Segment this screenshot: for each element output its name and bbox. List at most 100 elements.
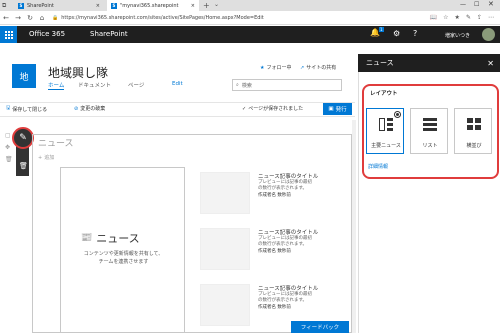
publish-label: 発行 bbox=[335, 107, 347, 113]
app-launcher-icon[interactable] bbox=[0, 26, 17, 43]
maximize-window-icon[interactable]: ☐ bbox=[474, 1, 479, 8]
news-item-text: ニュース記事のタイトル プレビューには記事の最初 の数行が表示されます。 作成者… bbox=[258, 172, 350, 198]
tab-label: SharePoint bbox=[27, 2, 54, 9]
news-item[interactable] bbox=[200, 172, 250, 214]
news-thumbnail bbox=[200, 228, 250, 270]
user-name[interactable]: 増家いつき bbox=[445, 32, 470, 39]
move-icon[interactable]: ✥ bbox=[5, 144, 10, 151]
news-item-author: 作成者名 数秒前 bbox=[258, 305, 291, 310]
canvas-scrollbar[interactable] bbox=[352, 120, 356, 333]
property-pane-title: ニュース bbox=[366, 59, 394, 67]
share-label: サイトの共有 bbox=[306, 65, 337, 71]
back-icon[interactable]: ← bbox=[0, 11, 12, 25]
refresh-icon[interactable]: ↻ bbox=[24, 11, 36, 25]
settings-gear-icon[interactable]: ⚙ bbox=[393, 29, 400, 38]
hero-description-line1: コンテンツや更新情報を共有して、 bbox=[83, 251, 164, 257]
nav-documents[interactable]: ドキュメント bbox=[78, 81, 111, 89]
tab-label: "mynavi365.sharepoint bbox=[120, 2, 179, 9]
close-pane-icon[interactable]: ✕ bbox=[487, 59, 494, 68]
site-title[interactable]: 地域興し隊 bbox=[48, 64, 108, 81]
share-icon: ↗ bbox=[300, 64, 305, 71]
tab-actions-icon[interactable]: ⧉ bbox=[2, 2, 6, 10]
forward-icon[interactable]: → bbox=[12, 11, 24, 25]
share-site-button[interactable]: ↗ サイトの共有 bbox=[300, 64, 337, 72]
publish-button[interactable]: ▣ 発行 bbox=[323, 103, 352, 115]
follow-label: フォロー中 bbox=[266, 65, 292, 71]
tab-list-chevron-icon[interactable]: ⌄ bbox=[214, 1, 219, 8]
layout-option-label: 主要ニュース bbox=[371, 143, 401, 149]
add-label: 追加 bbox=[44, 155, 55, 161]
close-tab-icon[interactable]: × bbox=[191, 3, 195, 9]
news-thumbnail bbox=[200, 172, 250, 214]
news-thumbnail bbox=[200, 284, 250, 326]
nav-pages[interactable]: ページ bbox=[128, 81, 144, 89]
section-delete-icon[interactable]: 🗑 bbox=[5, 156, 13, 163]
discard-label: 変更の破棄 bbox=[80, 106, 106, 112]
layout-option-top-story[interactable]: 主要ニュース bbox=[366, 108, 404, 154]
save-icon: 🖫 bbox=[6, 105, 11, 111]
news-icon: 📰 bbox=[81, 233, 93, 243]
layout-section-label: レイアウト bbox=[370, 91, 398, 97]
news-item[interactable] bbox=[200, 228, 250, 270]
list-layout-icon bbox=[423, 118, 437, 131]
news-item-title[interactable]: ニュース記事のタイトル bbox=[258, 172, 350, 180]
new-tab-icon[interactable]: + bbox=[203, 1, 210, 10]
checkmark-icon: ✓ bbox=[242, 105, 247, 112]
notes-icon[interactable]: ✎ bbox=[466, 14, 471, 21]
sharepoint-app-name[interactable]: SharePoint bbox=[90, 30, 128, 38]
news-item[interactable] bbox=[200, 284, 250, 326]
details-link[interactable]: 詳細情報 bbox=[368, 163, 388, 170]
hero-description-line2: チームを連携させます bbox=[98, 259, 149, 265]
close-window-icon[interactable]: ✕ bbox=[488, 0, 494, 8]
property-pane-header: ニュース ✕ bbox=[358, 54, 500, 72]
hero-news-placeholder[interactable]: 📰 ニュース コンテンツや更新情報を共有して、 チームを連携させます bbox=[60, 167, 185, 333]
browser-address-bar: ← → ↻ ⌂ 🔒 https://mynavi365.sharepoint.c… bbox=[0, 11, 500, 25]
news-item-title[interactable]: ニュース記事のタイトル bbox=[258, 284, 350, 292]
share-icon[interactable]: ⇪ bbox=[477, 14, 482, 21]
news-webpart-title[interactable]: ニュース bbox=[38, 136, 74, 149]
hero-title-row: 📰 ニュース bbox=[81, 230, 140, 246]
layout-option-list[interactable]: リスト bbox=[410, 108, 448, 154]
news-item-text: ニュース記事のタイトル プレビューには記事の最初 の数行が表示されます。 作成者… bbox=[258, 284, 350, 310]
save-close-button[interactable]: 🖫 保存して閉じる bbox=[6, 105, 47, 113]
nav-edit-link[interactable]: Edit bbox=[172, 81, 183, 87]
notification-badge: 1 bbox=[379, 27, 384, 32]
reading-view-icon[interactable]: 📖 bbox=[430, 14, 437, 21]
follow-button[interactable]: ★ フォロー中 bbox=[260, 64, 292, 72]
plus-icon: + bbox=[38, 154, 43, 161]
sharepoint-favicon-icon: S bbox=[18, 2, 24, 9]
browser-tab-bar: ⧉ S SharePoint × S "mynavi365.sharepoint… bbox=[0, 0, 500, 11]
search-input[interactable]: ⌕ 検索 bbox=[232, 79, 342, 91]
site-logo[interactable]: 地 bbox=[12, 64, 36, 88]
side-by-side-layout-icon bbox=[467, 118, 481, 131]
nav-home[interactable]: ホーム bbox=[48, 81, 65, 90]
news-item-author: 作成者名 数秒前 bbox=[258, 249, 291, 254]
minimize-window-icon[interactable]: — bbox=[460, 1, 466, 8]
discard-changes-button[interactable]: ⊘ 変更の破棄 bbox=[74, 105, 106, 113]
feedback-button[interactable]: フィードバック bbox=[291, 321, 349, 333]
search-placeholder: 検索 bbox=[241, 82, 252, 89]
more-icon[interactable]: ⋯ bbox=[488, 14, 494, 21]
home-icon[interactable]: ⌂ bbox=[36, 11, 48, 25]
favorite-star-icon[interactable]: ☆ bbox=[443, 14, 448, 21]
news-item-text: ニュース記事のタイトル プレビューには記事の最初 の数行が表示されます。 作成者… bbox=[258, 228, 350, 254]
browser-tab-active[interactable]: S "mynavi365.sharepoint × bbox=[107, 0, 199, 11]
avatar[interactable] bbox=[482, 28, 495, 41]
layout-option-label: 横並び bbox=[466, 143, 482, 149]
delete-webpart-icon[interactable]: 🗑 bbox=[19, 162, 28, 170]
add-news-link[interactable]: + 追加 bbox=[38, 154, 55, 162]
url-field[interactable]: https://mynavi365.sharepoint.com/sites/a… bbox=[61, 15, 264, 21]
news-item-title[interactable]: ニュース記事のタイトル bbox=[258, 228, 350, 236]
discard-icon: ⊘ bbox=[74, 105, 79, 112]
section-layout-icon[interactable]: ▢ bbox=[5, 132, 11, 139]
close-tab-icon[interactable]: × bbox=[96, 3, 100, 9]
sharepoint-favicon-icon: S bbox=[111, 2, 117, 9]
browser-tab-sharepoint[interactable]: S SharePoint × bbox=[14, 0, 104, 11]
edit-webpart-pencil-icon[interactable]: ✎ bbox=[12, 127, 34, 149]
save-close-label: 保存して閉じる bbox=[12, 106, 48, 113]
office365-brand[interactable]: Office 365 bbox=[29, 30, 65, 38]
layout-option-side-by-side[interactable]: 横並び bbox=[454, 108, 492, 154]
layout-option-label: リスト bbox=[422, 143, 438, 149]
help-icon[interactable]: ? bbox=[413, 29, 417, 38]
favorites-hub-icon[interactable]: ★ bbox=[455, 14, 460, 21]
